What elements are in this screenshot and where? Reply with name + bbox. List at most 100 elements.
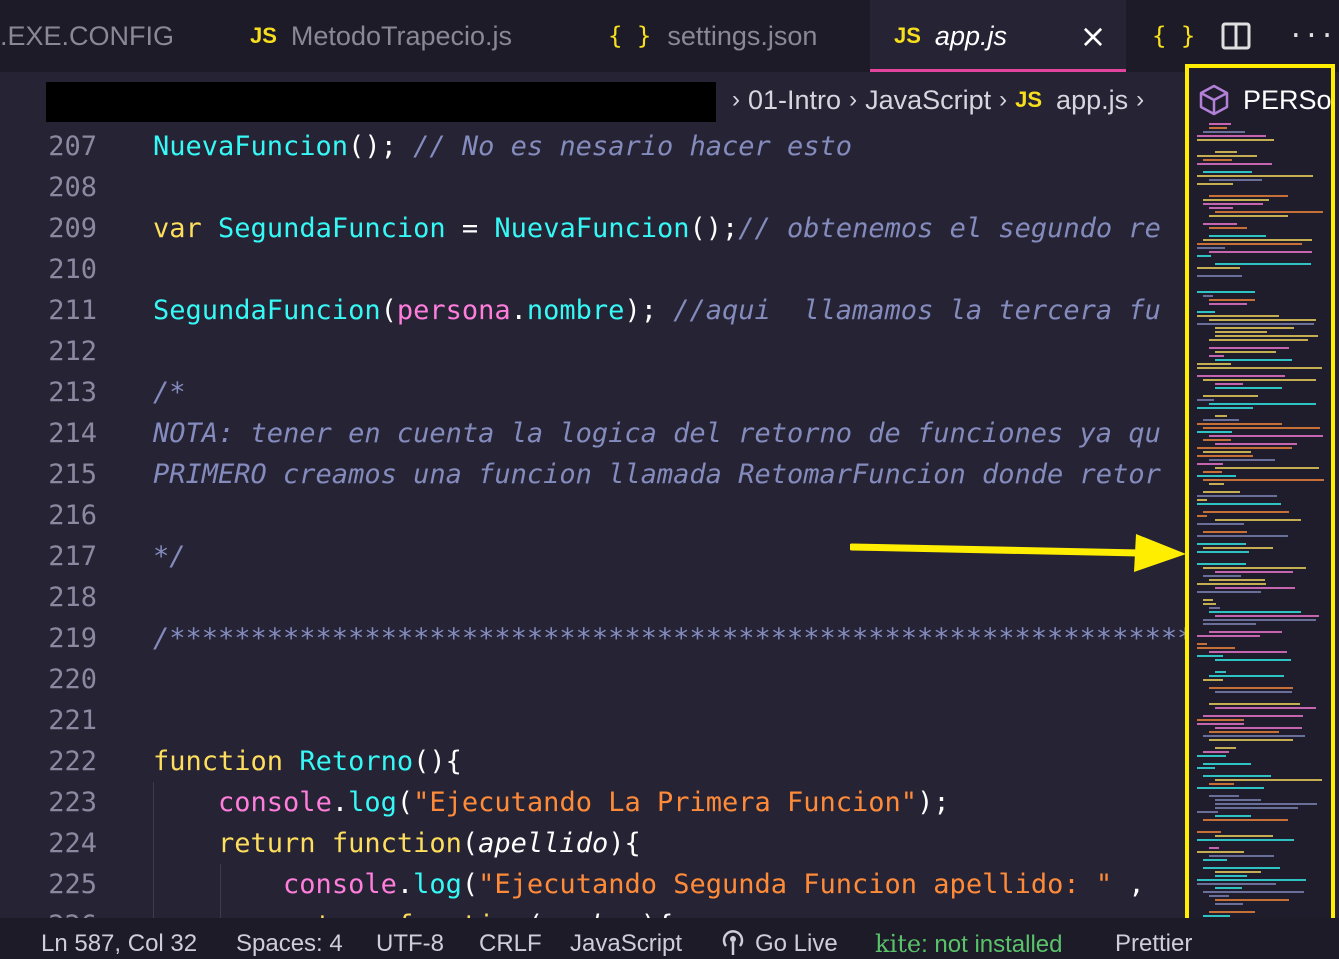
minimap-row [1197, 523, 1244, 525]
minimap-row [1197, 175, 1313, 177]
cube-icon [1199, 84, 1229, 116]
minimap-row [1209, 675, 1284, 677]
breadcrumb-item-app-js[interactable]: app.js [1056, 85, 1128, 116]
tab-metodotrapecio[interactable]: JS MetodoTrapecio.js [250, 0, 512, 72]
line-number: 216 [48, 500, 97, 531]
line-number: 208 [48, 172, 97, 203]
minimap-row [1197, 323, 1314, 325]
breadcrumb-item-javascript[interactable]: JavaScript [865, 85, 991, 116]
minimap-row [1203, 867, 1280, 869]
line-number: 224 [48, 828, 97, 859]
code-editor[interactable]: 207 NuevaFuncion(); // No es nesario hace… [0, 126, 1185, 918]
minimap-row [1209, 251, 1312, 253]
code-line[interactable]: 215 PRIMERO creamos una funcion llamada R… [0, 454, 1185, 495]
json-file-icon: { } [608, 22, 652, 50]
minimap-row [1197, 367, 1322, 369]
minimap-row [1203, 511, 1289, 513]
minimap-row [1215, 691, 1292, 693]
tab-settings-json[interactable]: { } settings.json [608, 0, 817, 72]
breadcrumb-item-01-intro[interactable]: 01-Intro [748, 85, 841, 116]
code-line[interactable]: 219 /************************************… [0, 618, 1185, 659]
code-line[interactable]: 224 return function(apellido){ [0, 823, 1185, 864]
minimap-row [1215, 211, 1323, 213]
tab-exe-config[interactable]: .EXE.CONFIG [0, 0, 174, 72]
minimap-row [1209, 579, 1265, 581]
minimap-row [1197, 719, 1244, 721]
minimap-row [1215, 587, 1295, 589]
redacted-path [46, 82, 716, 122]
split-editor-icon[interactable] [1221, 22, 1251, 58]
minimap-row [1203, 619, 1316, 621]
status-prettier[interactable]: Prettier [1115, 918, 1192, 959]
minimap-highlighted[interactable]: PERSon [1185, 64, 1335, 948]
minimap-row [1215, 571, 1293, 573]
minimap-row [1203, 479, 1324, 481]
minimap-row [1197, 291, 1255, 293]
minimap-row [1215, 807, 1298, 809]
code-line[interactable]: 221 [0, 700, 1185, 741]
braces-icon[interactable]: { } [1152, 18, 1195, 54]
minimap-row [1197, 883, 1276, 885]
minimap-row [1197, 723, 1244, 725]
status-cursor-position[interactable]: Ln 587, Col 32 [41, 918, 197, 959]
code-line[interactable]: 218 [0, 577, 1185, 618]
code-line[interactable]: 222 function Retorno(){ [0, 741, 1185, 782]
minimap-row [1215, 443, 1297, 445]
code-line[interactable]: 223 console.log("Ejecutando La Primera F… [0, 782, 1185, 823]
line-number: 213 [48, 377, 97, 408]
minimap-row [1197, 315, 1279, 317]
more-actions-icon[interactable]: ··· [1288, 18, 1335, 54]
code-text: /***************************************… [153, 623, 1185, 654]
minimap-row [1197, 879, 1306, 881]
status-go-live[interactable]: Go Live [755, 918, 838, 959]
code-line[interactable]: 208 [0, 167, 1185, 208]
status-encoding[interactable]: UTF-8 [376, 918, 444, 959]
code-line[interactable]: 209 var SegundaFuncion = NuevaFuncion();/… [0, 208, 1185, 249]
minimap-row [1197, 543, 1246, 545]
code-line[interactable]: 225 console.log("Ejecutando Segunda Func… [0, 864, 1185, 905]
minimap-row [1203, 223, 1237, 225]
minimap-row [1215, 815, 1251, 817]
minimap-row [1203, 199, 1269, 201]
tab-label: .EXE.CONFIG [0, 20, 175, 51]
minimap-row [1203, 171, 1252, 173]
minimap-row [1197, 811, 1218, 813]
minimap-row [1197, 399, 1214, 401]
minimap-row [1215, 335, 1318, 337]
minimap-row [1215, 871, 1261, 873]
outline-symbol[interactable]: PERSon [1199, 80, 1331, 120]
minimap-row [1197, 139, 1274, 141]
code-line[interactable]: 211 SegundaFuncion(persona.nombre); //aqu… [0, 290, 1185, 331]
status-eol[interactable]: CRLF [479, 918, 542, 959]
minimap-row [1215, 903, 1243, 905]
code-line[interactable]: 226 return function(nombre){ [0, 905, 1185, 918]
code-line[interactable]: 214 NOTA: tener en cuenta la logica del r… [0, 413, 1185, 454]
status-language[interactable]: JavaScript [570, 918, 682, 959]
minimap-row [1203, 603, 1216, 605]
minimap-row [1215, 803, 1317, 805]
minimap-row [1215, 659, 1291, 661]
minimap-row [1203, 159, 1232, 161]
minimap-row [1203, 439, 1231, 441]
minimap-row [1203, 203, 1263, 205]
status-kite[interactable]: kite: not installed [875, 918, 1063, 959]
code-line[interactable]: 212 [0, 331, 1185, 372]
minimap-row [1209, 483, 1224, 485]
minimap-row [1203, 531, 1247, 533]
minimap-row [1203, 891, 1304, 893]
minimap-row [1203, 623, 1256, 625]
minimap-row [1215, 263, 1311, 265]
code-line[interactable]: 207 NuevaFuncion(); // No es nesario hace… [0, 126, 1185, 167]
breadcrumb-items: › 01-Intro › JavaScript › JS app.js › [724, 76, 1152, 124]
code-line[interactable]: 210 [0, 249, 1185, 290]
code-line[interactable]: 213 /* [0, 372, 1185, 413]
status-indentation[interactable]: Spaces: 4 [236, 918, 343, 959]
code-text: /* [153, 377, 186, 408]
line-number: 221 [48, 705, 97, 736]
code-text: PRIMERO creamos una funcion llamada Reto… [153, 459, 1161, 490]
code-line[interactable]: 220 [0, 659, 1185, 700]
close-tab-icon[interactable]: × [1078, 18, 1108, 54]
annotation-arrow-icon [850, 534, 1186, 572]
minimap-row [1197, 563, 1246, 565]
minimap-row [1203, 859, 1227, 861]
